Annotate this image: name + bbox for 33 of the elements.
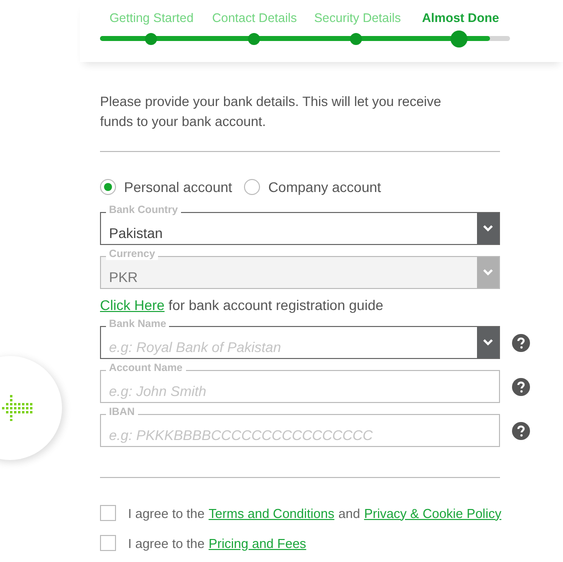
field-label: Account Name (106, 362, 186, 374)
field-label: Bank Country (106, 204, 181, 216)
checkbox[interactable] (100, 535, 116, 551)
policy-link[interactable]: Privacy & Cookie Policy (364, 506, 502, 520)
radio-label[interactable]: Company account (268, 179, 382, 195)
step-label[interactable]: Getting Started (100, 11, 203, 25)
radio-label[interactable]: Personal account (124, 179, 232, 195)
field-label: Currency (106, 248, 158, 260)
help-icon[interactable] (512, 334, 530, 352)
radio-button[interactable] (100, 179, 116, 195)
policy-link[interactable]: Terms and Conditions (208, 506, 334, 520)
help-icon[interactable] (512, 378, 530, 396)
radio-button[interactable] (244, 179, 260, 195)
chevron-icon (483, 225, 493, 232)
checkbox[interactable] (100, 505, 116, 521)
agreement-text: and (338, 506, 360, 520)
guide-text: for bank account registration guide (168, 297, 384, 313)
field-label: Bank Name (106, 318, 170, 330)
agreement-text: I agree to the (128, 506, 205, 520)
chevron-icon (483, 339, 493, 346)
chevron-icon (483, 269, 493, 276)
step-label[interactable]: Almost Done (409, 11, 512, 25)
intro-text: Please provide your bank details. This will let you receive funds to your bank account. (100, 93, 442, 131)
step-label[interactable]: Contact Details (203, 11, 306, 25)
step-label[interactable]: Security Details (306, 11, 409, 25)
policy-link[interactable]: Pricing and Fees (208, 536, 306, 550)
placeholder-text[interactable]: e.g: PKKKBBBBCCCCCCCCCCCCCCCC (101, 415, 499, 446)
guide-link[interactable]: Click Here (100, 297, 165, 313)
dotted-arrow-icon (2, 395, 34, 421)
agreement-text: I agree to the (128, 536, 205, 550)
placeholder-text[interactable]: e.g: John Smith (101, 371, 499, 402)
field-label: IBAN (106, 406, 138, 418)
help-icon[interactable] (512, 422, 530, 440)
